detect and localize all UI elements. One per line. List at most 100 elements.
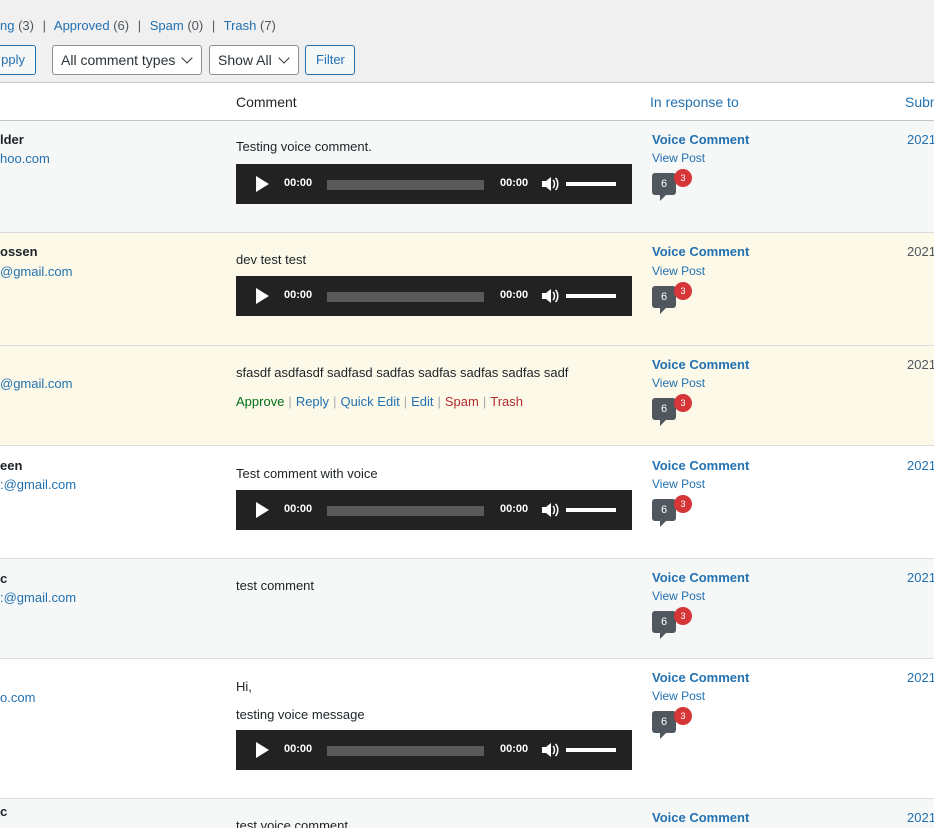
response-post-title[interactable]: Voice Comment xyxy=(652,458,749,473)
pending-count-badge: 3 xyxy=(674,169,692,187)
comment-count-bubble[interactable]: 6 xyxy=(652,499,676,527)
comment-type-select[interactable]: All comment types xyxy=(52,45,202,75)
comment-count-bubble[interactable]: 6 xyxy=(652,173,676,201)
pending-count-badge: 3 xyxy=(674,707,692,725)
reply-link[interactable]: Reply xyxy=(296,394,329,409)
comment-text: test voice comment xyxy=(236,818,348,828)
column-submitted[interactable]: Subm xyxy=(905,94,934,110)
volume-icon[interactable] xyxy=(541,176,559,192)
submitted-date[interactable]: 2021 xyxy=(907,670,934,685)
comment-count-bubble[interactable]: 6 xyxy=(652,711,676,739)
table-row: een :@gmail.com Test comment with voice … xyxy=(0,446,934,559)
spam-link[interactable]: Spam xyxy=(445,394,479,409)
comment-count-bubble[interactable]: 6 xyxy=(652,611,676,639)
author-email[interactable]: @gmail.com xyxy=(0,264,72,279)
edit-link[interactable]: Edit xyxy=(411,394,433,409)
show-value: Show All xyxy=(218,52,272,68)
volume-slider[interactable] xyxy=(566,508,616,512)
filter-trash-link[interactable]: Trash xyxy=(224,18,257,33)
table-row: c test voice comment Voice Comment 2021 xyxy=(0,799,934,828)
volume-slider[interactable] xyxy=(566,294,616,298)
submitted-date[interactable]: 2021 xyxy=(907,458,934,473)
pending-count-badge: 3 xyxy=(674,394,692,412)
play-icon[interactable] xyxy=(256,502,269,518)
quick-edit-link[interactable]: Quick Edit xyxy=(340,394,399,409)
duration-time: 00:00 xyxy=(500,743,529,755)
response-post-title[interactable]: Voice Comment xyxy=(652,357,749,372)
approve-link[interactable]: Approve xyxy=(236,394,284,409)
author-email[interactable]: o.com xyxy=(0,690,35,705)
response-post-title[interactable]: Voice Comment xyxy=(652,670,749,685)
view-post-link[interactable]: View Post xyxy=(652,264,705,278)
progress-slider[interactable] xyxy=(327,292,484,302)
table-row: @gmail.com sfasdf asdfasdf sadfasd sadfa… xyxy=(0,346,934,446)
submitted-date: 2021 xyxy=(907,357,934,372)
volume-icon[interactable] xyxy=(541,288,559,304)
author-name: lder xyxy=(0,132,24,147)
table-row: o.com Hi, testing voice message 00:00 00… xyxy=(0,659,934,799)
view-post-link[interactable]: View Post xyxy=(652,151,705,165)
comment-text-line: testing voice message xyxy=(236,707,365,722)
view-post-link[interactable]: View Post xyxy=(652,376,705,390)
submitted-date[interactable]: 2021 xyxy=(907,570,934,585)
submitted-date[interactable]: 2021 xyxy=(907,810,934,825)
trash-link[interactable]: Trash xyxy=(490,394,523,409)
progress-slider[interactable] xyxy=(327,746,484,756)
author-email[interactable]: hoo.com xyxy=(0,151,50,166)
filter-pending-link[interactable]: ng xyxy=(0,18,14,33)
chevron-down-icon xyxy=(181,52,194,64)
response-post-title[interactable]: Voice Comment xyxy=(652,570,749,585)
table-row: c :@gmail.com test comment Voice Comment… xyxy=(0,559,934,659)
response-post-title[interactable]: Voice Comment xyxy=(652,810,749,825)
separator: | xyxy=(42,18,46,33)
play-icon[interactable] xyxy=(256,176,269,192)
filter-spam-link[interactable]: Spam xyxy=(150,18,184,33)
chevron-down-icon xyxy=(278,52,290,64)
volume-slider[interactable] xyxy=(566,748,616,752)
comment-text: Testing voice comment. xyxy=(236,139,372,154)
pending-count: (3) xyxy=(18,18,34,33)
author-email[interactable]: :@gmail.com xyxy=(0,477,76,492)
volume-slider[interactable] xyxy=(566,182,616,186)
pending-count-badge: 3 xyxy=(674,607,692,625)
response-post-title[interactable]: Voice Comment xyxy=(652,132,749,147)
filter-approved-link[interactable]: Approved xyxy=(54,18,110,33)
progress-slider[interactable] xyxy=(327,506,484,516)
volume-icon[interactable] xyxy=(541,502,559,518)
current-time: 00:00 xyxy=(284,289,313,301)
apply-button[interactable]: pply xyxy=(0,45,36,75)
comment-text: dev test test xyxy=(236,252,307,267)
play-icon[interactable] xyxy=(256,742,269,758)
duration-time: 00:00 xyxy=(500,289,529,301)
current-time: 00:00 xyxy=(284,503,313,515)
row-actions: Approve | Reply | Quick Edit | Edit | Spam | Trash xyxy=(236,394,523,409)
separator: | xyxy=(482,394,487,409)
author-name: ossen xyxy=(0,244,38,259)
author-email[interactable]: :@gmail.com xyxy=(0,590,76,605)
response-post-title[interactable]: Voice Comment xyxy=(652,244,749,259)
table-header: Comment In response to Subm xyxy=(0,83,934,121)
submitted-date[interactable]: 2021 xyxy=(907,132,934,147)
filter-button[interactable]: Filter xyxy=(305,45,355,75)
comment-count-bubble[interactable]: 6 xyxy=(652,398,676,426)
view-post-link[interactable]: View Post xyxy=(652,589,705,603)
current-time: 00:00 xyxy=(284,177,313,189)
progress-slider[interactable] xyxy=(327,180,484,190)
view-post-link[interactable]: View Post xyxy=(652,477,705,491)
pending-count-badge: 3 xyxy=(674,282,692,300)
play-icon[interactable] xyxy=(256,288,269,304)
audio-player: 00:00 00:00 xyxy=(236,164,632,204)
author-name: c xyxy=(0,804,8,819)
show-select[interactable]: Show All xyxy=(209,45,299,75)
author-email[interactable]: @gmail.com xyxy=(0,376,72,391)
separator: | xyxy=(288,394,292,409)
volume-icon[interactable] xyxy=(541,742,559,758)
view-post-link[interactable]: View Post xyxy=(652,689,705,703)
column-in-response-to[interactable]: In response to xyxy=(650,94,739,110)
approved-count: (6) xyxy=(113,18,130,33)
table-row: ossen @gmail.com dev test test 00:00 00:… xyxy=(0,233,934,346)
comment-count-bubble[interactable]: 6 xyxy=(652,286,676,314)
separator: | xyxy=(437,394,441,409)
audio-player: 00:00 00:00 xyxy=(236,276,632,316)
comment-text: sfasdf asdfasdf sadfasd sadfas sadfas sa… xyxy=(236,365,569,380)
